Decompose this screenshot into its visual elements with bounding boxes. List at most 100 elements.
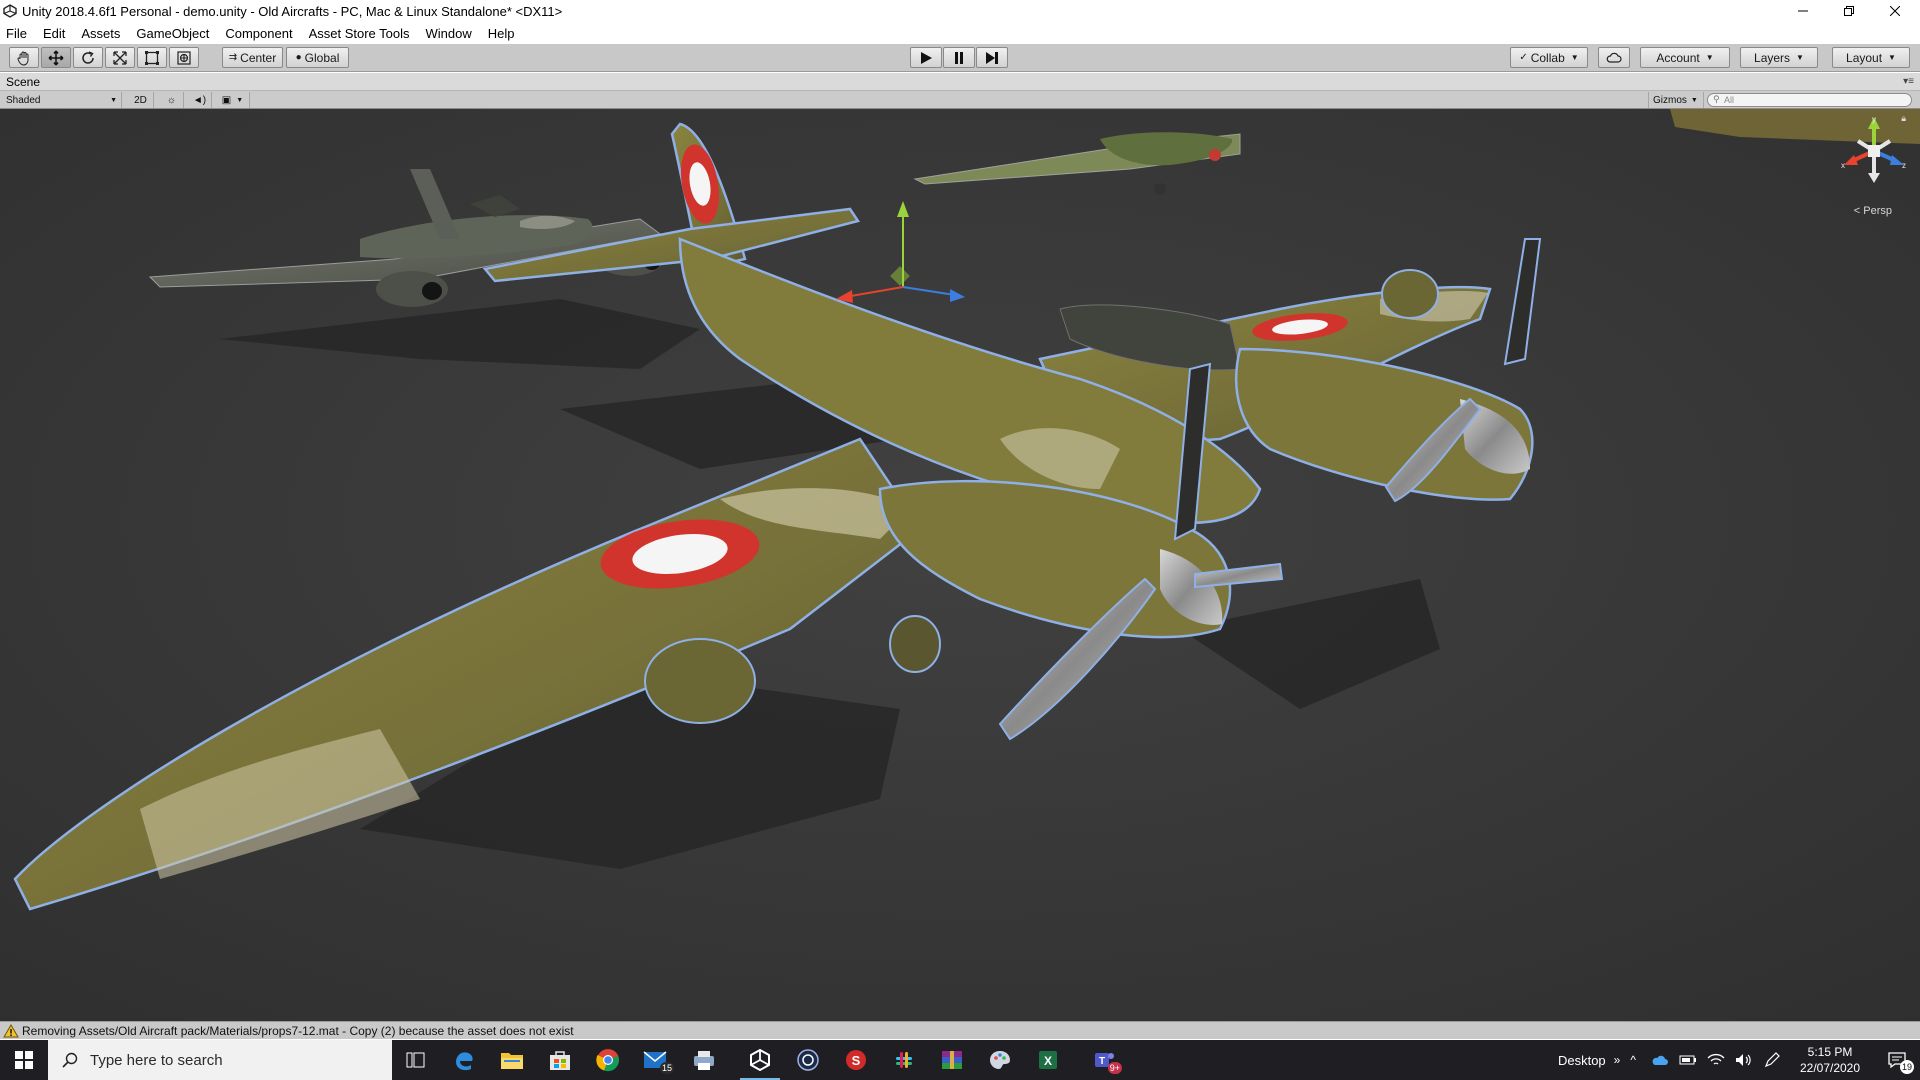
close-button[interactable]: [1872, 0, 1918, 22]
scene-view-toolbar: Shaded ▼ 2D ☼ ◄) ▣ ▼ Gizmos ▼ ⚲ All: [0, 91, 1920, 109]
double-chevron-icon[interactable]: »: [1614, 1053, 1621, 1067]
volume-icon[interactable]: [1735, 1053, 1753, 1067]
hand-tool-button[interactable]: [9, 47, 39, 68]
shading-mode-dropdown[interactable]: Shaded ▼: [2, 92, 122, 108]
projection-text: Persp: [1863, 205, 1892, 217]
excel-icon[interactable]: X: [1024, 1040, 1072, 1080]
step-button[interactable]: [976, 47, 1008, 68]
slack-icon[interactable]: [880, 1040, 928, 1080]
window-title: Unity 2018.4.6f1 Personal - demo.unity -…: [22, 4, 563, 19]
account-dropdown[interactable]: Account ▼: [1640, 47, 1730, 68]
restore-button[interactable]: [1826, 0, 1872, 22]
restore-icon: [1844, 6, 1854, 16]
menu-bar: File Edit Assets GameObject Component As…: [0, 22, 1920, 44]
transform-tool-button[interactable]: [169, 47, 199, 68]
unity-icon[interactable]: [736, 1040, 784, 1080]
close-icon: [1890, 6, 1900, 16]
action-center-button[interactable]: 19: [1874, 1040, 1920, 1080]
start-button[interactable]: [0, 1040, 48, 1080]
onedrive-icon[interactable]: [1651, 1054, 1669, 1066]
clock[interactable]: 5:15 PM 22/07/2020: [1786, 1044, 1874, 1076]
minimize-button[interactable]: [1780, 0, 1826, 22]
teams-icon[interactable]: T 9+: [1080, 1040, 1128, 1080]
2d-toggle[interactable]: 2D: [128, 92, 154, 108]
chevron-down-icon: ▼: [1888, 53, 1896, 62]
search-placeholder: Type here to search: [90, 1051, 223, 1069]
task-view-icon[interactable]: [392, 1040, 440, 1080]
lighting-toggle[interactable]: ☼: [160, 92, 184, 108]
chevron-down-icon: ▼: [110, 96, 117, 104]
play-button[interactable]: [910, 47, 942, 68]
move-icon: [48, 50, 64, 65]
scene-search-input[interactable]: ⚲ All: [1707, 93, 1912, 107]
substance-app-icon[interactable]: S: [832, 1040, 880, 1080]
layout-label: Layout: [1846, 50, 1883, 65]
hand-icon: [17, 51, 29, 66]
collab-dropdown[interactable]: ✓ Collab ▼: [1510, 47, 1588, 68]
battery-icon[interactable]: [1679, 1054, 1697, 1066]
menu-window[interactable]: Window: [426, 26, 472, 41]
menu-help[interactable]: Help: [488, 26, 515, 41]
rect-tool-button[interactable]: [137, 47, 167, 68]
minimize-icon: [1798, 10, 1808, 12]
unity-logo-icon: [3, 4, 17, 18]
menu-gameobject[interactable]: GameObject: [136, 26, 209, 41]
wifi-icon[interactable]: [1707, 1053, 1725, 1067]
gizmos-dropdown[interactable]: Gizmos ▼: [1648, 92, 1704, 108]
mail-icon[interactable]: 15: [632, 1040, 680, 1080]
tab-scene[interactable]: Scene: [6, 75, 40, 89]
chevron-down-icon: ▼: [236, 96, 244, 104]
check-icon: ✓: [1519, 52, 1528, 63]
tab-menu-icon[interactable]: ▾≡: [1903, 76, 1914, 87]
scene-viewport[interactable]: y x z 🔒︎ < Persp: [0, 109, 1920, 1021]
menu-edit[interactable]: Edit: [43, 26, 65, 41]
paint-app-icon[interactable]: [976, 1040, 1024, 1080]
clock-time: 5:15 PM: [1807, 1045, 1853, 1059]
scene-tab-bar: Scene ▾≡: [0, 73, 1920, 91]
menu-component[interactable]: Component: [225, 26, 292, 41]
notification-count: 19: [1900, 1060, 1914, 1074]
taskbar-search-box[interactable]: Type here to search: [48, 1040, 392, 1080]
show-hidden-icons-icon[interactable]: ^: [1630, 1053, 1636, 1067]
mail-badge: 15: [659, 1062, 674, 1074]
scene-orientation-gizmo[interactable]: y x z: [1838, 115, 1908, 187]
menu-file[interactable]: File: [6, 26, 27, 41]
layers-dropdown[interactable]: Layers ▼: [1740, 47, 1818, 68]
rotate-tool-button[interactable]: [73, 47, 103, 68]
status-bar[interactable]: Removing Assets/Old Aircraft pack/Materi…: [0, 1021, 1920, 1039]
audio-toggle[interactable]: ◄): [188, 92, 212, 108]
printer-app-icon[interactable]: [680, 1040, 728, 1080]
move-tool-button[interactable]: [41, 47, 71, 68]
chevron-down-icon: ▼: [1570, 53, 1579, 62]
transform-icon: [177, 50, 191, 65]
pivot-rotation-button[interactable]: ● Global: [286, 47, 349, 68]
desktop-toolbar-label[interactable]: Desktop: [1558, 1053, 1606, 1068]
step-icon: [986, 51, 998, 64]
chrome-icon[interactable]: [584, 1040, 632, 1080]
cinema-app-icon[interactable]: [784, 1040, 832, 1080]
effects-dropdown[interactable]: ▣ ▼: [216, 92, 250, 108]
cloud-button[interactable]: [1598, 47, 1630, 68]
scale-tool-button[interactable]: [105, 47, 135, 68]
svg-text:T: T: [1099, 1056, 1105, 1067]
svg-text:X: X: [1044, 1054, 1052, 1068]
cloud-icon: [1606, 52, 1622, 63]
layers-label: Layers: [1754, 50, 1791, 65]
pause-button[interactable]: [943, 47, 975, 68]
file-explorer-icon[interactable]: [488, 1040, 536, 1080]
2d-label: 2D: [134, 94, 147, 106]
pivot-icon: ⇉: [228, 52, 238, 63]
pivot-mode-label: Center: [240, 50, 277, 65]
pen-icon[interactable]: [1763, 1052, 1781, 1068]
menu-asset-store-tools[interactable]: Asset Store Tools: [309, 26, 410, 41]
layout-dropdown[interactable]: Layout ▼: [1832, 47, 1910, 68]
winrar-icon[interactable]: [928, 1040, 976, 1080]
edge-icon[interactable]: [440, 1040, 488, 1080]
windows-logo-icon: [15, 1051, 33, 1069]
pivot-mode-button[interactable]: ⇉ Center: [222, 47, 283, 68]
projection-label[interactable]: < Persp: [1854, 205, 1892, 217]
lock-icon[interactable]: 🔒︎: [1901, 113, 1906, 124]
store-icon[interactable]: [536, 1040, 584, 1080]
menu-assets[interactable]: Assets: [81, 26, 120, 41]
search-icon: [62, 1052, 78, 1068]
